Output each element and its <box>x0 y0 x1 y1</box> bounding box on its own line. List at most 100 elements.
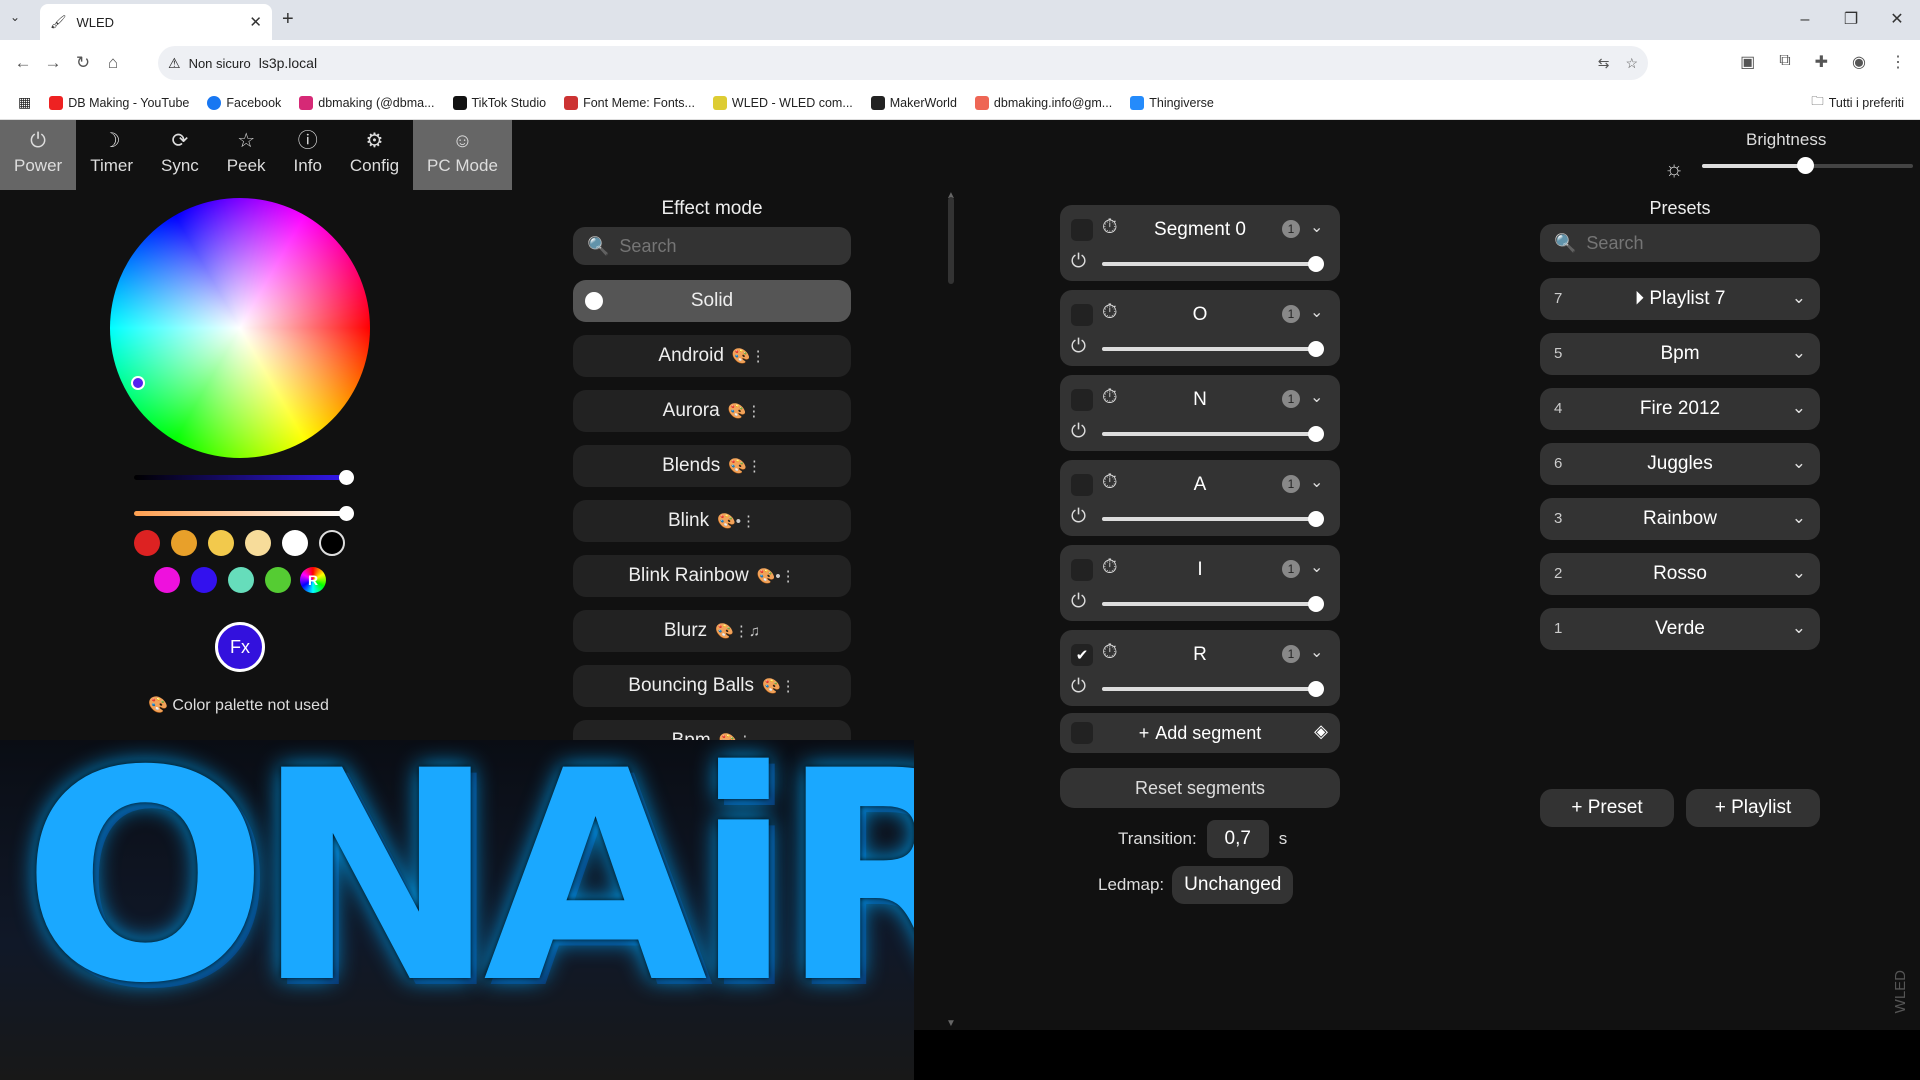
preset-item[interactable]: 4 Fire 2012 ⌄ <box>1540 388 1820 430</box>
back-icon[interactable]: ← <box>8 53 38 73</box>
segment-brightness-slider[interactable] <box>1102 511 1324 527</box>
segment-select-checkbox[interactable] <box>1071 474 1093 496</box>
color-swatch[interactable] <box>228 567 254 593</box>
add-playlist-button[interactable]: + Playlist <box>1686 789 1820 827</box>
scroll-down-icon[interactable]: ▼ <box>946 1018 956 1029</box>
effect-search[interactable]: 🔍 <box>573 227 851 265</box>
preset-item[interactable]: 5 Bpm ⌄ <box>1540 333 1820 375</box>
segment-select-checkbox[interactable] <box>1071 389 1093 411</box>
color-swatch[interactable] <box>208 530 234 556</box>
kelvin-slider-knob[interactable] <box>339 506 354 521</box>
tab-search-icon[interactable]: ⌄ <box>10 10 20 24</box>
chevron-down-icon[interactable]: ⌄ <box>1792 453 1806 473</box>
chevron-down-icon[interactable]: ⌄ <box>1792 618 1806 638</box>
segment-select-checkbox[interactable] <box>1071 304 1093 326</box>
timer-icon[interactable]: ⏱ <box>1102 216 1118 239</box>
all-bookmarks[interactable]: 🗀 Tutti i preferiti <box>1811 92 1904 113</box>
bookmark-star-icon[interactable]: ☆ <box>1625 55 1638 72</box>
segment-select-checkbox[interactable]: ✔ <box>1071 644 1093 666</box>
nav-pcmode-button[interactable]: ☺ PC Mode <box>413 120 512 190</box>
preset-item[interactable]: 7 ⏵ Playlist 7 ⌄ <box>1540 278 1820 320</box>
chevron-down-icon[interactable]: ⌄ <box>1310 387 1323 407</box>
preset-item[interactable]: 1 Verde ⌄ <box>1540 608 1820 650</box>
add-segment-button[interactable]: + Add segment ◈ <box>1060 713 1340 753</box>
segment-slider-knob[interactable] <box>1308 511 1324 527</box>
segment-brightness-slider[interactable] <box>1102 426 1324 442</box>
color-wheel[interactable] <box>110 198 370 458</box>
puzzle-icon[interactable]: ✚ <box>1815 52 1828 72</box>
effect-item[interactable]: Bouncing Balls 🎨⋮ <box>573 665 851 707</box>
segment-select-checkbox[interactable] <box>1071 219 1093 241</box>
profile-avatar-icon[interactable]: ◉ <box>1852 52 1866 72</box>
power-icon[interactable]: ⏻ <box>1071 336 1086 358</box>
add-preset-button[interactable]: + Preset <box>1540 789 1674 827</box>
effect-item[interactable]: Blink 🎨•⋮ <box>573 500 851 542</box>
color-swatch[interactable] <box>265 567 291 593</box>
security-label[interactable]: Non sicuro <box>189 56 251 71</box>
preset-item[interactable]: 3 Rainbow ⌄ <box>1540 498 1820 540</box>
bookmark-youtube[interactable]: DB Making - YouTube <box>49 95 189 110</box>
color-wheel-selector[interactable] <box>131 376 145 390</box>
chevron-down-icon[interactable]: ⌄ <box>1310 472 1323 492</box>
segment-slider-knob[interactable] <box>1308 341 1324 357</box>
timer-icon[interactable]: ⏱ <box>1102 641 1118 664</box>
timer-icon[interactable]: ⏱ <box>1102 471 1118 494</box>
color-swatch[interactable] <box>191 567 217 593</box>
effect-search-input[interactable] <box>619 235 790 257</box>
segment-brightness-slider[interactable] <box>1102 596 1324 612</box>
minimize-icon[interactable]: – <box>1782 0 1828 40</box>
nav-timer-button[interactable]: ☽ Timer <box>76 120 147 190</box>
chevron-down-icon[interactable]: ⌄ <box>1310 642 1323 662</box>
segment-slider-knob[interactable] <box>1308 596 1324 612</box>
preset-search-input[interactable] <box>1586 232 1757 254</box>
reset-segments-button[interactable]: Reset segments <box>1060 768 1340 808</box>
color-swatch[interactable] <box>282 530 308 556</box>
preset-search[interactable]: 🔍 <box>1540 224 1820 262</box>
nav-sync-button[interactable]: ⟳ Sync <box>147 120 213 190</box>
ledmap-select[interactable]: Unchanged <box>1172 866 1294 904</box>
browser-tab[interactable]: 🖌 WLED ✕ <box>40 4 272 40</box>
color-swatch[interactable] <box>134 530 160 556</box>
cast-icon[interactable]: ▣ <box>1740 52 1755 72</box>
bookmark-tiktok[interactable]: TikTok Studio <box>452 95 546 110</box>
effect-item[interactable]: Blink Rainbow 🎨•⋮ <box>573 555 851 597</box>
home-icon[interactable]: ⌂ <box>98 53 128 73</box>
nav-config-button[interactable]: ⚙ Config <box>336 120 413 190</box>
chevron-down-icon[interactable]: ⌄ <box>1792 563 1806 583</box>
new-tab-button[interactable]: + <box>282 8 294 31</box>
power-icon[interactable]: ⏻ <box>1071 506 1086 528</box>
color-swatch[interactable] <box>171 530 197 556</box>
chevron-down-icon[interactable]: ⌄ <box>1310 557 1323 577</box>
power-icon[interactable]: ⏻ <box>1071 421 1086 443</box>
omnibox[interactable]: ⚠ Non sicuro ls3p.local ⇆ ☆ <box>158 46 1648 80</box>
chevron-down-icon[interactable]: ⌄ <box>1310 302 1323 322</box>
chevron-down-icon[interactable]: ⌄ <box>1792 288 1806 308</box>
effect-item[interactable]: Solid <box>573 280 851 322</box>
power-icon[interactable]: ⏻ <box>1071 251 1086 273</box>
fx-color-button[interactable]: Fx <box>215 622 265 672</box>
reload-icon[interactable]: ↻ <box>68 53 98 73</box>
power-icon[interactable]: ⏻ <box>1071 591 1086 613</box>
bookmark-facebook[interactable]: Facebook <box>207 95 281 110</box>
close-window-icon[interactable]: ✕ <box>1874 0 1920 40</box>
value-slider[interactable] <box>134 470 354 485</box>
color-swatch[interactable] <box>245 530 271 556</box>
bookmark-makerworld[interactable]: MakerWorld <box>870 95 957 110</box>
effect-item[interactable]: Blurz 🎨⋮♫ <box>573 610 851 652</box>
effect-item[interactable]: Android 🎨⋮ <box>573 335 851 377</box>
timer-icon[interactable]: ⏱ <box>1102 556 1118 579</box>
chevron-down-icon[interactable]: ⌄ <box>1792 398 1806 418</box>
segment-slider-knob[interactable] <box>1308 256 1324 272</box>
bookmark-email[interactable]: dbmaking.info@gm... <box>974 95 1112 110</box>
value-slider-knob[interactable] <box>339 470 354 485</box>
segment-brightness-slider[interactable] <box>1102 256 1324 272</box>
restore-icon[interactable]: ❐ <box>1828 0 1874 40</box>
effect-item[interactable]: Bpm 🎨⋮ <box>573 720 851 740</box>
url-text[interactable]: ls3p.local <box>259 55 317 71</box>
chevron-down-icon[interactable]: ⌄ <box>1310 217 1323 237</box>
segment-select-checkbox[interactable] <box>1071 559 1093 581</box>
extension-icon[interactable]: ⧉ <box>1779 52 1790 72</box>
close-tab-icon[interactable]: ✕ <box>249 13 262 31</box>
select-all-checkbox[interactable] <box>1071 722 1093 744</box>
segment-slider-knob[interactable] <box>1308 681 1324 697</box>
